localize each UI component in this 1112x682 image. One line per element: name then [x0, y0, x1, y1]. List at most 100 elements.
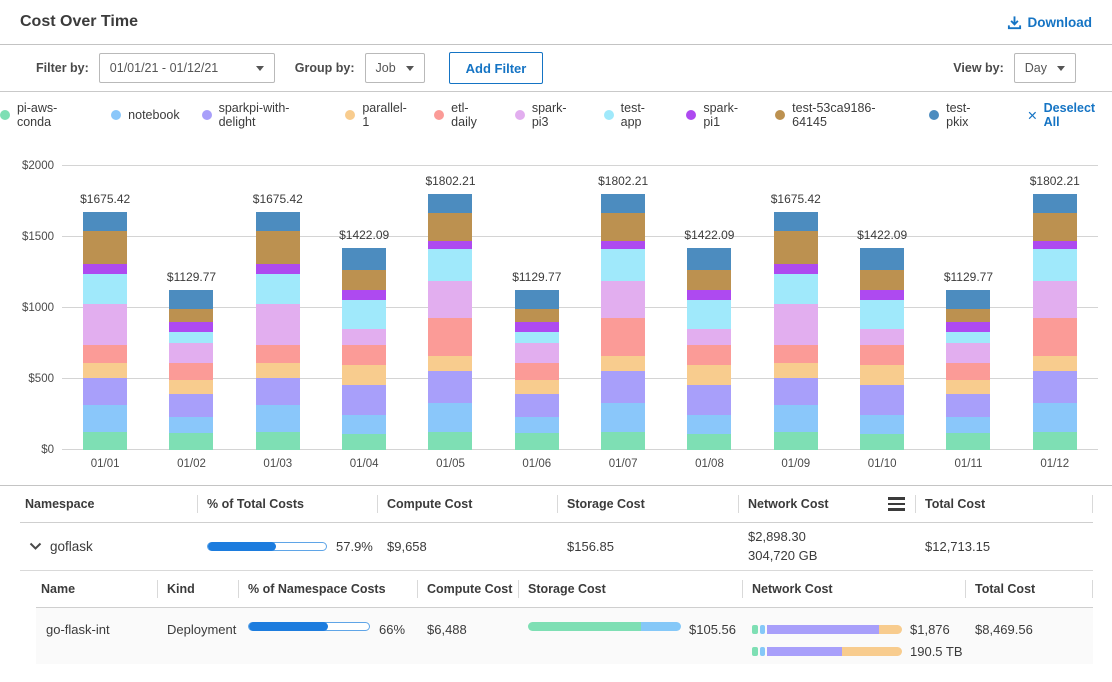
bar-segment-notebook[interactable]	[83, 405, 127, 432]
bar-segment-sparkpi-with-delight[interactable]	[601, 371, 645, 403]
bar-segment-etl-daily[interactable]	[774, 345, 818, 363]
bar-segment-notebook[interactable]	[601, 403, 645, 431]
bar-segment-test-pkix[interactable]	[1033, 194, 1077, 213]
bar-segment-test-pkix[interactable]	[774, 212, 818, 231]
bar-segment-notebook[interactable]	[342, 415, 386, 435]
bar-segment-spark-pi1[interactable]	[256, 264, 300, 274]
bar-segment-etl-daily[interactable]	[687, 345, 731, 365]
bar-segment-test-app[interactable]	[342, 300, 386, 330]
bar-segment-test-pkix[interactable]	[515, 290, 559, 309]
bar-segment-spark-pi3[interactable]	[342, 329, 386, 345]
bar-segment-sparkpi-with-delight[interactable]	[256, 378, 300, 405]
chevron-down-icon[interactable]	[29, 542, 42, 551]
bar-segment-parallel-1[interactable]	[256, 363, 300, 378]
bar-segment-sparkpi-with-delight[interactable]	[83, 378, 127, 405]
bar-segment-etl-daily[interactable]	[169, 363, 213, 380]
bar-segment-spark-pi3[interactable]	[515, 343, 559, 364]
bar-segment-etl-daily[interactable]	[515, 363, 559, 380]
bar-segment-test-pkix[interactable]	[256, 212, 300, 231]
bar-segment-test-app[interactable]	[1033, 249, 1077, 281]
bar-segment-spark-pi3[interactable]	[428, 281, 472, 318]
bar-segment-test-53ca9186-64145[interactable]	[256, 231, 300, 264]
bar-segment-pi-aws-conda[interactable]	[342, 434, 386, 450]
bar-segment-test-app[interactable]	[601, 249, 645, 281]
bar-segment-sparkpi-with-delight[interactable]	[946, 394, 990, 417]
bar-segment-test-pkix[interactable]	[946, 290, 990, 309]
bar-segment-test-53ca9186-64145[interactable]	[428, 213, 472, 241]
bar-segment-test-app[interactable]	[256, 274, 300, 305]
bar-segment-test-53ca9186-64145[interactable]	[601, 213, 645, 241]
bar-segment-spark-pi1[interactable]	[1033, 241, 1077, 249]
bar-segment-etl-daily[interactable]	[256, 345, 300, 363]
bar-segment-test-app[interactable]	[774, 274, 818, 305]
bar-segment-pi-aws-conda[interactable]	[515, 433, 559, 450]
bar-segment-pi-aws-conda[interactable]	[169, 433, 213, 450]
legend-item-test-pkix[interactable]: test-pkix	[929, 101, 991, 129]
bar-segment-spark-pi1[interactable]	[169, 322, 213, 332]
bar-segment-spark-pi1[interactable]	[83, 264, 127, 274]
bar-segment-parallel-1[interactable]	[83, 363, 127, 378]
bar-segment-notebook[interactable]	[428, 403, 472, 431]
legend-item-etl-daily[interactable]: etl-daily	[434, 101, 493, 129]
bar-segment-spark-pi3[interactable]	[169, 343, 213, 364]
bar-segment-etl-daily[interactable]	[1033, 318, 1077, 356]
bar-segment-test-pkix[interactable]	[83, 212, 127, 231]
bar-segment-notebook[interactable]	[1033, 403, 1077, 431]
menu-icon[interactable]	[888, 497, 905, 511]
bar-segment-sparkpi-with-delight[interactable]	[687, 385, 731, 415]
bar-segment-etl-daily[interactable]	[946, 363, 990, 380]
legend-item-parallel-1[interactable]: parallel-1	[345, 101, 412, 129]
bar-segment-spark-pi3[interactable]	[687, 329, 731, 345]
legend-item-spark-pi3[interactable]: spark-pi3	[515, 101, 582, 129]
bar-segment-spark-pi1[interactable]	[515, 322, 559, 332]
bar-segment-notebook[interactable]	[860, 415, 904, 435]
legend-item-pi-aws-conda[interactable]: pi-aws-conda	[0, 101, 89, 129]
bar-segment-parallel-1[interactable]	[946, 380, 990, 393]
view-by-select[interactable]: Day	[1014, 53, 1076, 83]
bar-segment-test-53ca9186-64145[interactable]	[774, 231, 818, 264]
bar-segment-sparkpi-with-delight[interactable]	[515, 394, 559, 417]
bar-segment-pi-aws-conda[interactable]	[428, 432, 472, 450]
bar-segment-spark-pi3[interactable]	[256, 304, 300, 344]
bar-segment-test-53ca9186-64145[interactable]	[515, 309, 559, 322]
bar-segment-test-53ca9186-64145[interactable]	[946, 309, 990, 322]
add-filter-button[interactable]: Add Filter	[449, 52, 544, 84]
bar-segment-sparkpi-with-delight[interactable]	[1033, 371, 1077, 403]
download-button[interactable]: Download	[1007, 15, 1093, 30]
bar-segment-test-53ca9186-64145[interactable]	[1033, 213, 1077, 241]
bar-segment-parallel-1[interactable]	[428, 356, 472, 371]
bar-segment-pi-aws-conda[interactable]	[687, 434, 731, 450]
bar-segment-spark-pi1[interactable]	[860, 290, 904, 300]
bar-segment-sparkpi-with-delight[interactable]	[169, 394, 213, 417]
bar-segment-test-53ca9186-64145[interactable]	[860, 270, 904, 290]
bar-segment-pi-aws-conda[interactable]	[601, 432, 645, 450]
bar-segment-spark-pi1[interactable]	[687, 290, 731, 300]
bar-segment-etl-daily[interactable]	[83, 345, 127, 363]
bar-segment-test-53ca9186-64145[interactable]	[83, 231, 127, 264]
bar-segment-spark-pi3[interactable]	[83, 304, 127, 344]
bar-segment-spark-pi1[interactable]	[946, 322, 990, 332]
bar-segment-test-53ca9186-64145[interactable]	[687, 270, 731, 290]
bar-segment-test-pkix[interactable]	[342, 248, 386, 270]
bar-segment-notebook[interactable]	[515, 417, 559, 433]
bar-segment-parallel-1[interactable]	[774, 363, 818, 378]
bar-segment-sparkpi-with-delight[interactable]	[860, 385, 904, 415]
legend-item-test-app[interactable]: test-app	[604, 101, 665, 129]
bar-segment-pi-aws-conda[interactable]	[1033, 432, 1077, 450]
bar-segment-parallel-1[interactable]	[1033, 356, 1077, 371]
bar-segment-test-pkix[interactable]	[687, 248, 731, 270]
bar-segment-pi-aws-conda[interactable]	[946, 433, 990, 450]
legend-item-sparkpi-with-delight[interactable]: sparkpi-with-delight	[202, 101, 324, 129]
bar-segment-etl-daily[interactable]	[428, 318, 472, 356]
namespace-row-goflask[interactable]: goflask 57.9% $9,658 $156.85 $2,898.30 3…	[20, 523, 1093, 571]
bar-segment-spark-pi3[interactable]	[1033, 281, 1077, 318]
bar-segment-test-app[interactable]	[428, 249, 472, 281]
date-range-select[interactable]: 01/01/21 - 01/12/21	[99, 53, 275, 83]
bar-segment-notebook[interactable]	[774, 405, 818, 432]
bar-segment-sparkpi-with-delight[interactable]	[342, 385, 386, 415]
bar-segment-parallel-1[interactable]	[515, 380, 559, 393]
bar-segment-notebook[interactable]	[169, 417, 213, 433]
deselect-all-button[interactable]: ✕Deselect All	[1027, 101, 1112, 129]
legend-item-notebook[interactable]: notebook	[111, 108, 179, 122]
bar-segment-sparkpi-with-delight[interactable]	[428, 371, 472, 403]
